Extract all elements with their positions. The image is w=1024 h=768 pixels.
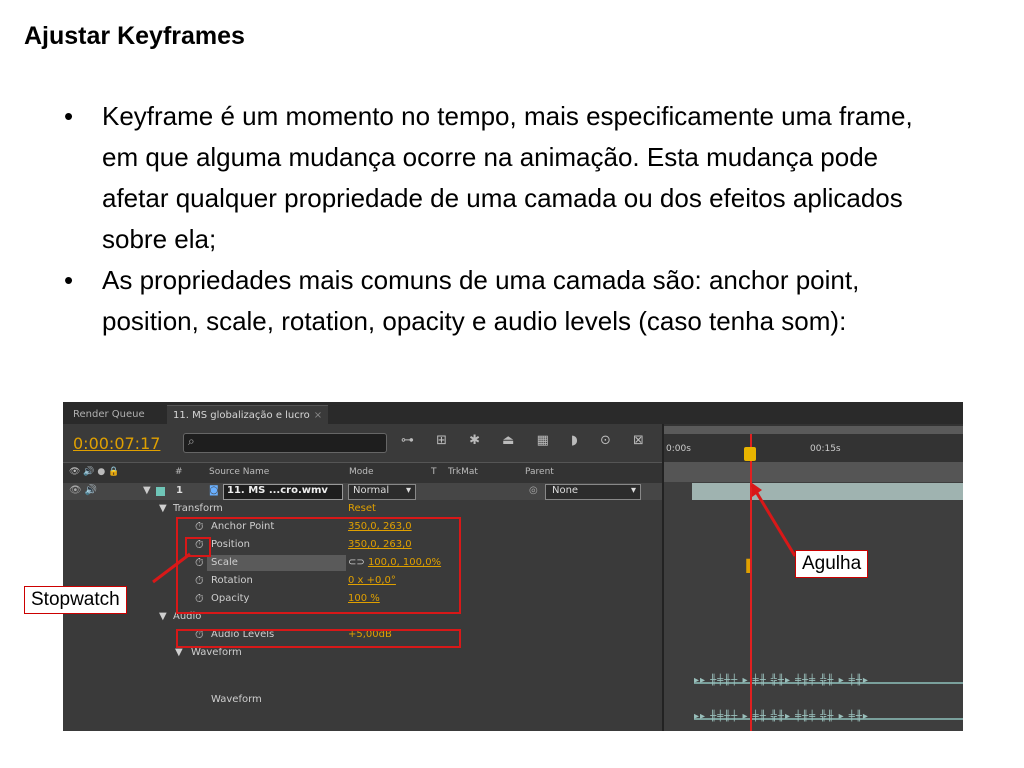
needle-callout: Agulha [795,550,869,578]
stopwatch-callout-line [152,552,191,584]
needle-callout-line [750,484,797,557]
callout-lines [152,483,797,584]
stopwatch-callout: Stopwatch [24,586,127,614]
